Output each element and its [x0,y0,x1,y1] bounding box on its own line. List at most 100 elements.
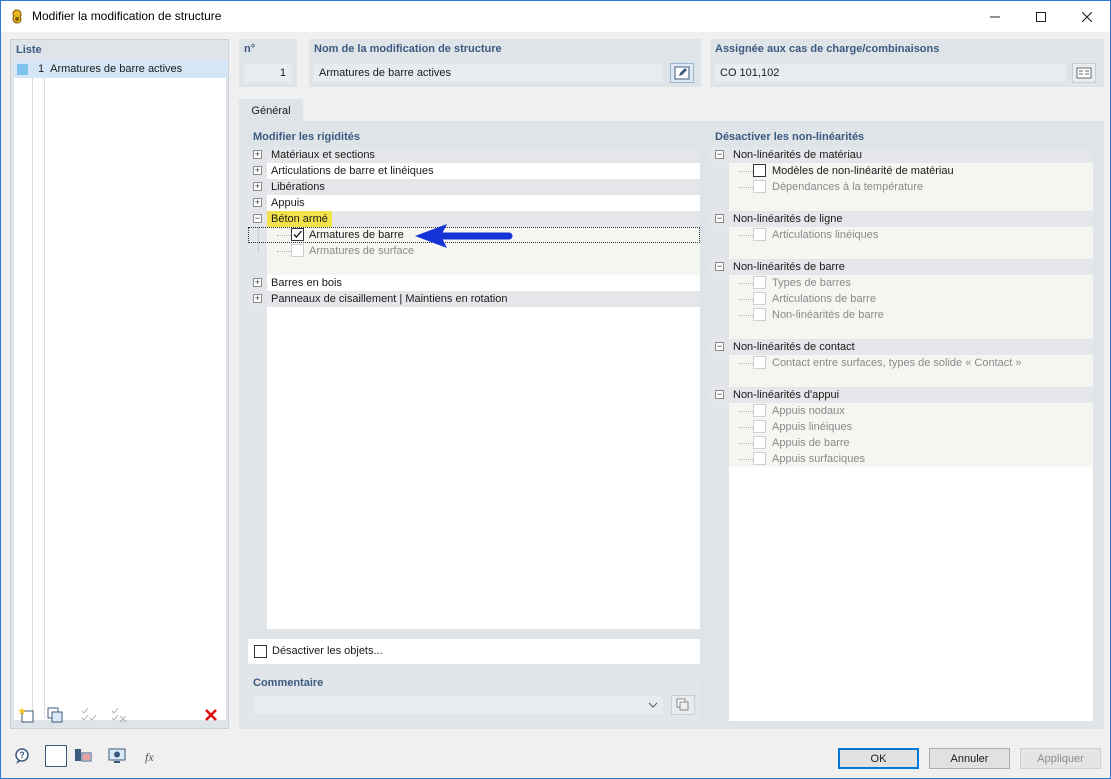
collapse-icon[interactable]: − [715,390,724,399]
nonlinear-item-nodal-supports[interactable]: Appuis nodaux [729,403,1093,419]
uncheck-all-button[interactable] [108,704,130,726]
help-icon: ? [15,748,29,764]
copy-icon [676,698,689,711]
nonlinear-item-line-supports[interactable]: Appuis linéiques [729,419,1093,435]
temperature-checkbox[interactable] [753,180,766,193]
check-all-button[interactable] [78,704,100,726]
tab-general[interactable]: Général [239,99,303,122]
function-button[interactable]: fx [141,745,163,767]
nonlinear-group-material[interactable]: − Non-linéarités de matériau [710,147,1093,163]
apply-button[interactable]: Appliquer [1020,748,1101,769]
line-supports-checkbox[interactable] [753,420,766,433]
cancel-button[interactable]: Annuler [929,748,1010,769]
assigned-field-group: Assignée aux cas de charge/combinaisons … [710,39,1104,87]
tree-guide [44,78,45,718]
window-title: Modifier la modification de structure [32,9,222,23]
expand-icon[interactable]: + [253,150,262,159]
nonlinear-item-contact[interactable]: Contact entre surfaces, types de solide … [729,355,1093,371]
list-body: 1 Armatures de barre actives [14,60,228,720]
assigned-input[interactable]: CO 101,102 [714,63,1067,83]
nonlinear-title: Désactiver les non-linéarités [715,131,865,143]
nonlinear-item-material-models[interactable]: Modèles de non-linéarité de matériau [729,163,1093,179]
edit-name-button[interactable] [670,63,694,83]
function-icon: fx [145,750,154,764]
help-button[interactable]: ? [11,745,33,767]
list-item[interactable]: 1 Armatures de barre actives [14,60,228,78]
number-input[interactable]: 1 [243,63,293,83]
stiffness-item-releases[interactable]: + Libérations [248,179,700,195]
view-button[interactable] [106,745,128,767]
close-button[interactable] [1064,1,1110,32]
nonlinear-item-member-nonlinearities[interactable]: Non-linéarités de barre [729,307,1093,323]
nonlinear-item-temperature[interactable]: Dépendances à la température [729,179,1093,195]
expand-icon[interactable]: + [253,294,262,303]
tree-guide [32,78,33,718]
contact-checkbox[interactable] [753,356,766,369]
deactivate-objects-row[interactable]: Désactiver les objets... [248,639,700,664]
material-models-checkbox[interactable] [753,164,766,177]
nonlinear-group-contact[interactable]: − Non-linéarités de contact [710,339,1093,355]
member-types-checkbox[interactable] [753,276,766,289]
nonlinear-tree: − Non-linéarités de matériau Modèles de … [710,147,1093,721]
copy-button[interactable] [44,704,66,726]
name-input[interactable]: Armatures de barre actives [313,63,664,83]
stiffness-item-supports[interactable]: + Appuis [248,195,700,211]
surface-reinforcement-checkbox[interactable] [291,244,304,257]
minimize-button[interactable] [972,1,1018,32]
expand-icon[interactable]: + [253,166,262,175]
nonlinear-item-line-hinges[interactable]: Articulations linéiques [729,227,1093,243]
delete-button[interactable] [200,704,222,726]
collapse-icon[interactable]: − [253,214,262,223]
expand-icon[interactable]: + [253,198,262,207]
comment-library-button[interactable] [671,695,695,715]
nonlinear-group-line[interactable]: − Non-linéarités de ligne [710,211,1093,227]
stiffness-item-materials[interactable]: + Matériaux et sections [248,147,700,163]
member-hinges-checkbox[interactable] [753,292,766,305]
number-label: n° [244,43,256,55]
member-nonlinearities-checkbox[interactable] [753,308,766,321]
dialog-window: Modifier la modification de structure Li… [0,0,1111,779]
display-button[interactable] [72,745,94,767]
list-header: Liste [16,44,42,56]
nonlinear-item-member-supports[interactable]: Appuis de barre [729,435,1093,451]
collapse-icon[interactable]: − [715,262,724,271]
color-swatch-icon [17,63,28,75]
deactivate-objects-label: Désactiver les objets... [272,645,383,657]
nodal-supports-checkbox[interactable] [753,404,766,417]
line-hinges-checkbox[interactable] [753,228,766,241]
expand-icon[interactable]: + [253,182,262,191]
assign-list-button[interactable] [1072,63,1096,83]
collapse-icon[interactable]: − [715,342,724,351]
collapse-icon[interactable]: − [715,150,724,159]
color-button[interactable] [45,745,67,767]
name-label: Nom de la modification de structure [314,43,502,55]
surface-supports-checkbox[interactable] [753,452,766,465]
stiffness-item-timber[interactable]: + Barres en bois [248,275,700,291]
color-swatch-icon [47,747,65,765]
member-supports-checkbox[interactable] [753,436,766,449]
collapse-icon[interactable]: − [715,214,724,223]
nonlinear-group-support[interactable]: − Non-linéarités d'appui [710,387,1093,403]
view-icon [108,748,126,763]
expand-icon[interactable]: + [253,278,262,287]
ok-button[interactable]: OK [838,748,919,769]
nonlinear-group-member[interactable]: − Non-linéarités de barre [710,259,1093,275]
nonlinear-item-member-hinges[interactable]: Articulations de barre [729,291,1093,307]
app-icon [12,9,22,24]
chevron-down-icon[interactable] [648,701,658,709]
nonlinear-item-surface-supports[interactable]: Appuis surfaciques [729,451,1093,467]
stiffness-item-shear-panels[interactable]: + Panneaux de cisaillement | Maintiens e… [248,291,700,307]
comment-input[interactable] [253,695,664,715]
new-item-icon [18,707,34,723]
tree-gutter [710,147,729,721]
stiffness-item-hinges[interactable]: + Articulations de barre et linéiques [248,163,700,179]
new-item-button[interactable] [16,704,38,726]
maximize-button[interactable] [1018,1,1064,32]
deactivate-objects-checkbox[interactable] [254,645,267,658]
member-reinforcement-checkbox[interactable] [291,228,304,241]
spacer-row [729,195,1093,211]
list-item-label: Armatures de barre actives [50,63,183,75]
svg-text:fx: fx [145,750,154,764]
copy-icon [47,707,63,723]
nonlinear-item-member-types[interactable]: Types de barres [729,275,1093,291]
